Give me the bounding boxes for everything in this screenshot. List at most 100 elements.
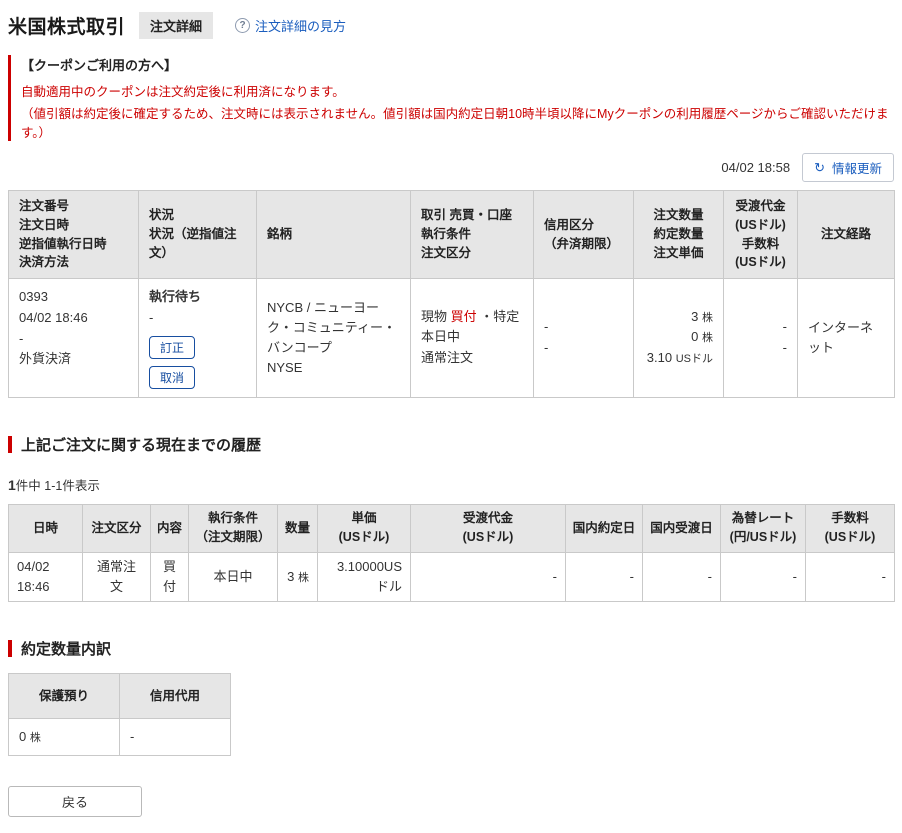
commission: - — [782, 339, 787, 355]
section-accent-bar — [8, 435, 12, 453]
exec-condition: 本日中 — [421, 329, 461, 345]
cell-settlement: - - — [723, 278, 798, 398]
breakdown-header-margin-substitute: 信用代用 — [119, 672, 231, 719]
breakdown-protected-deposit: 0 株 — [8, 717, 120, 757]
back-button[interactable]: 戻る — [8, 786, 142, 818]
amend-button[interactable]: 訂正 — [149, 335, 196, 359]
history-qty-unit: 株 — [298, 571, 309, 584]
order-type: 通常注文 — [421, 350, 474, 366]
account-type: ・特定 — [480, 308, 520, 324]
header-order-number: 注文番号 注文日時 逆指値執行日時 決済方法 — [8, 190, 139, 279]
cell-status: 執行待ち - 訂正 取消 — [138, 278, 257, 398]
history-price: 3.10000USドル — [317, 551, 411, 602]
order-table-header-row: 注文番号 注文日時 逆指値執行日時 決済方法 状況 状況（逆指値注文） 銘柄 取… — [8, 190, 895, 279]
question-circle-icon: ? — [235, 18, 251, 33]
history-section-title: 上記ご注文に関する現在までの履歴 — [8, 434, 894, 455]
refresh-button[interactable]: ↻ 情報更新 — [802, 153, 894, 182]
coupon-notice-heading: 【クーポンご利用の方へ】 — [21, 58, 178, 73]
history-header-fx-rate: 為替レート (円/USドル) — [720, 503, 806, 553]
cell-margin-type: - - — [533, 278, 634, 398]
history-fx-rate: - — [720, 551, 806, 602]
history-domestic-contract-date: - — [565, 551, 643, 602]
history-header-datetime: 日時 — [8, 503, 83, 553]
order-history-table: 日時 注文区分 内容 執行条件 （注文期限） 数量 単価 (USドル) 受渡代金… — [8, 503, 895, 602]
order-status-stop: - — [149, 309, 154, 325]
breakdown-section-title-text: 約定数量内訳 — [21, 640, 112, 658]
order-qty-unit: 株 — [702, 311, 713, 324]
last-updated-timestamp: 04/02 18:58 — [721, 160, 791, 175]
order-route: インターネット — [808, 319, 874, 355]
coupon-notice: 【クーポンご利用の方へ】 自動適用中のクーポンは注文約定後に利用済になります。 … — [8, 55, 894, 141]
history-exec-condition: 本日中 — [188, 551, 278, 602]
breakdown-header-row: 保護預り 信用代用 — [8, 672, 231, 719]
page-title: 米国株式取引 — [8, 17, 126, 38]
order-number: 0393 — [19, 289, 48, 304]
help-link-label: 注文詳細の見方 — [255, 19, 347, 34]
breakdown-table: 保護預り 信用代用 0 株 - — [8, 672, 231, 757]
history-header-row: 日時 注文区分 内容 執行条件 （注文期限） 数量 単価 (USドル) 受渡代金… — [8, 503, 895, 553]
order-datetime: 04/02 18:46 — [19, 309, 88, 325]
result-count-text: 件中 1-1件表示 — [15, 478, 100, 493]
header-trade: 取引 売買・口座 執行条件 注文区分 — [410, 190, 534, 279]
refresh-icon: ↻ — [814, 160, 825, 175]
trade-side: 買付 — [450, 308, 477, 324]
history-header-order-type: 注文区分 — [82, 503, 151, 553]
cell-order-number: 0393 04/02 18:46 - 外貨決済 — [8, 278, 139, 398]
order-detail-table: 注文番号 注文日時 逆指値執行日時 決済方法 状況 状況（逆指値注文） 銘柄 取… — [8, 190, 895, 398]
history-domestic-settlement-date: - — [642, 551, 721, 602]
section-accent-bar — [8, 639, 12, 657]
history-header-settlement: 受渡代金 (USドル) — [410, 503, 566, 553]
filled-qty: 0 — [691, 329, 699, 345]
breakdown-protected-deposit-unit: 株 — [29, 731, 41, 744]
stop-exec-datetime: - — [19, 330, 24, 346]
history-datetime: 04/02 18:46 — [8, 551, 83, 602]
order-qty: 3 — [691, 308, 699, 324]
coupon-notice-line1: 自動適用中のクーポンは注文約定後に利用済になります。 — [21, 85, 345, 99]
history-row: 04/02 18:46 通常注文 買付 本日中 3 株 3.10000USドル … — [8, 551, 895, 602]
order-price: 3.10 — [646, 350, 673, 366]
trade-type: 現物 — [421, 308, 448, 324]
cancel-button[interactable]: 取消 — [149, 365, 196, 389]
exchange-name: NYSE — [267, 359, 303, 375]
coupon-notice-line2: （値引額は約定後に確定するため、注文時には表示されません。値引額は国内約定日朝1… — [21, 107, 889, 140]
history-header-commission: 手数料 (USドル) — [805, 503, 895, 553]
breakdown-row: 0 株 - — [8, 717, 231, 757]
margin-type: - — [544, 319, 549, 334]
page-header: 米国株式取引 注文詳細 ? 注文詳細の見方 — [8, 12, 894, 39]
settlement-method: 外貨決済 — [19, 351, 72, 367]
header-margin-type: 信用区分 （弁済期限） — [533, 190, 634, 279]
cell-symbol: NYCB / ニューヨーク・コミュニティー・バンコープ NYSE — [256, 278, 411, 398]
cell-order-route: インターネット — [797, 278, 895, 398]
result-count-number: 1 — [8, 476, 16, 493]
history-commission: - — [805, 551, 895, 602]
history-header-domestic-contract-date: 国内約定日 — [565, 503, 643, 553]
history-header-exec-condition: 執行条件 （注文期限） — [188, 503, 278, 553]
order-price-unit: USドル — [675, 353, 713, 366]
history-header-qty: 数量 — [277, 503, 318, 553]
history-settlement: - — [410, 551, 566, 602]
history-section-title-text: 上記ご注文に関する現在までの履歴 — [21, 436, 262, 454]
refresh-button-label: 情報更新 — [831, 162, 882, 176]
settlement-amount: - — [782, 319, 787, 334]
order-status: 執行待ち — [149, 289, 202, 304]
history-qty: 3 株 — [277, 551, 318, 602]
breakdown-header-protected-deposit: 保護預り — [8, 672, 120, 719]
order-table-row: 0393 04/02 18:46 - 外貨決済 執行待ち - 訂正 取消 NYC… — [8, 278, 895, 398]
header-settlement: 受渡代金 (USドル) 手数料 (USドル) — [723, 190, 798, 279]
cell-trade: 現物 買付 ・特定 本日中 通常注文 — [410, 278, 534, 398]
history-action: 買付 — [150, 551, 189, 602]
history-order-type: 通常注文 — [82, 551, 151, 602]
header-symbol: 銘柄 — [256, 190, 411, 279]
header-quantity: 注文数量 約定数量 注文単価 — [633, 190, 724, 279]
filled-qty-unit: 株 — [702, 332, 713, 345]
history-header-domestic-settlement-date: 国内受渡日 — [642, 503, 721, 553]
result-count: 1件中 1-1件表示 — [8, 475, 894, 494]
history-header-price: 単価 (USドル) — [317, 503, 411, 553]
header-status: 状況 状況（逆指値注文） — [138, 190, 257, 279]
order-detail-page: 米国株式取引 注文詳細 ? 注文詳細の見方 【クーポンご利用の方へ】 自動適用中… — [0, 0, 902, 833]
margin-term: - — [544, 339, 549, 355]
help-link[interactable]: ? 注文詳細の見方 — [235, 16, 346, 35]
history-header-action: 内容 — [150, 503, 189, 553]
cell-quantity: 3 株 0 株 3.10 USドル — [633, 278, 724, 398]
symbol-name: NYCB / ニューヨーク・コミュニティー・バンコープ — [267, 299, 396, 355]
